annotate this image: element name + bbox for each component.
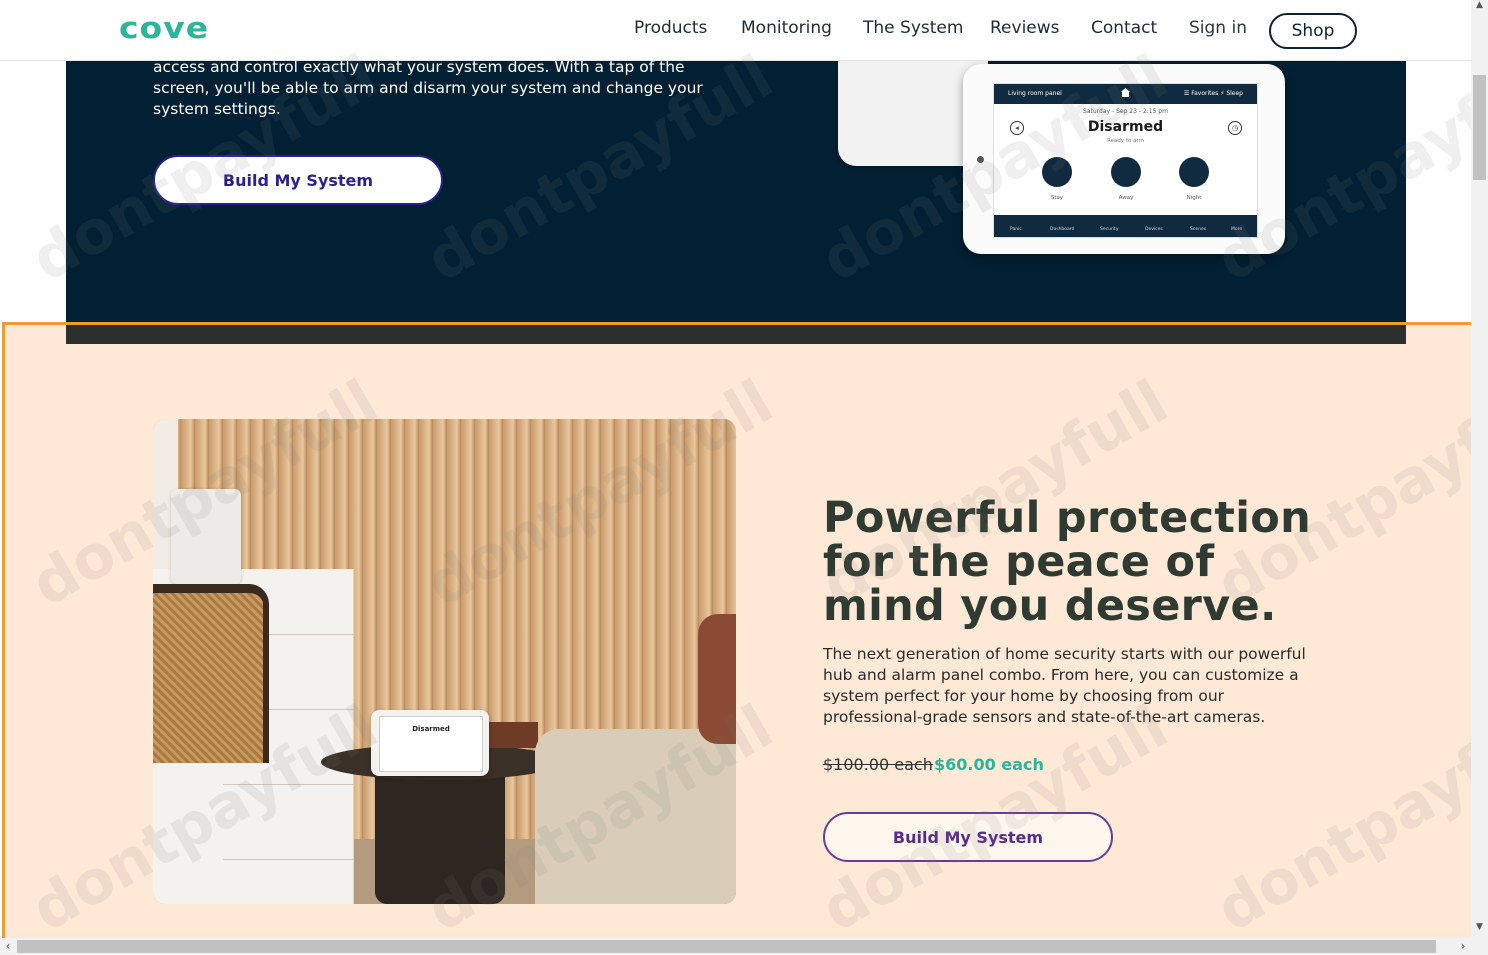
panel-tabbar: Panic Dashboard Security Devices Scenes … — [994, 215, 1257, 237]
night-label: Night — [1186, 195, 1202, 201]
scroll-left-arrow-icon[interactable]: ‹ — [0, 938, 16, 955]
photo-book — [488, 722, 538, 748]
nav-monitoring[interactable]: Monitoring — [741, 18, 832, 38]
panel-screen: Living room panel ☰ Favorites ⚡ Sleep Sa… — [993, 83, 1258, 238]
photo-hub-device — [171, 489, 241, 584]
horizontal-scrollbar-thumb[interactable] — [17, 940, 1436, 953]
panel-tab-scenes: Scenes — [1190, 227, 1207, 232]
promo-description: The next generation of home security sta… — [823, 645, 1306, 726]
panel-tab-more: More — [1231, 227, 1243, 232]
clock-icon: ◷ — [1228, 121, 1242, 135]
photo-panel-screen: Disarmed — [379, 716, 483, 772]
cove-logo[interactable]: cove — [119, 10, 209, 45]
nav-the-system[interactable]: The System — [863, 18, 963, 38]
promo-headline: Powerful protection for the peace of min… — [823, 493, 1312, 631]
panel-location-label: Living room panel — [1008, 90, 1062, 97]
nav-contact[interactable]: Contact — [1091, 18, 1157, 38]
panel-tab-panic: Panic — [1010, 227, 1022, 232]
dark-section-text: access and control exactly what your sys… — [153, 57, 713, 120]
scroll-down-arrow-icon[interactable]: ▼ — [1471, 922, 1488, 938]
away-home-icon — [1111, 157, 1141, 187]
sign-in-link[interactable]: Sign in — [1189, 18, 1247, 38]
scroll-right-arrow-icon[interactable]: › — [1455, 938, 1471, 955]
drawer-line — [223, 784, 353, 785]
home-icon — [1120, 87, 1131, 99]
night-moon-icon — [1179, 157, 1209, 187]
build-my-system-button[interactable]: Build My System — [823, 812, 1113, 862]
dark-section-paragraph: access and control exactly what your sys… — [153, 58, 703, 118]
panel-status: Disarmed — [1087, 119, 1164, 135]
away-label: Away — [1118, 195, 1134, 201]
panel-tab-security: Security — [1100, 227, 1119, 232]
vertical-scrollbar-thumb[interactable] — [1473, 75, 1486, 180]
drawer-line — [223, 859, 353, 860]
sale-price: $60.00 each — [934, 755, 1044, 774]
panel-tab-dashboard: Dashboard — [1050, 227, 1075, 232]
scroll-up-arrow-icon[interactable]: ▲ — [1471, 0, 1488, 16]
panel-tab-devices: Devices — [1145, 227, 1163, 232]
stay-label: Stay — [1050, 195, 1064, 201]
panel-date: Saturday - Sep 23 - 2:15 pm — [1083, 108, 1168, 115]
history-icon: ◂ — [1010, 121, 1024, 135]
panel-screen-topbar: Living room panel ☰ Favorites ⚡ Sleep — [994, 84, 1257, 104]
original-price: $100.00 each — [823, 755, 933, 774]
photo-panel-status: Disarmed — [412, 725, 450, 733]
panel-camera-dot — [977, 156, 984, 163]
nav-products[interactable]: Products — [634, 18, 707, 38]
section-divider-strip — [66, 325, 1406, 344]
shop-button[interactable]: Shop — [1269, 13, 1357, 49]
nav-reviews[interactable]: Reviews — [990, 18, 1060, 38]
lifestyle-photo: Disarmed — [153, 419, 736, 904]
site-header: cove Products Monitoring The System Revi… — [0, 0, 1471, 61]
panel-substatus: Ready to arm — [1107, 138, 1144, 144]
panel-shortcuts-label: ☰ Favorites ⚡ Sleep — [1183, 90, 1243, 97]
photo-sofa — [535, 729, 736, 904]
stay-lock-icon — [1042, 157, 1072, 187]
build-my-system-button-top[interactable]: Build My System — [153, 155, 443, 205]
photo-pillow — [698, 614, 736, 744]
photo-chair — [153, 584, 269, 763]
photo-table-base — [375, 761, 505, 904]
